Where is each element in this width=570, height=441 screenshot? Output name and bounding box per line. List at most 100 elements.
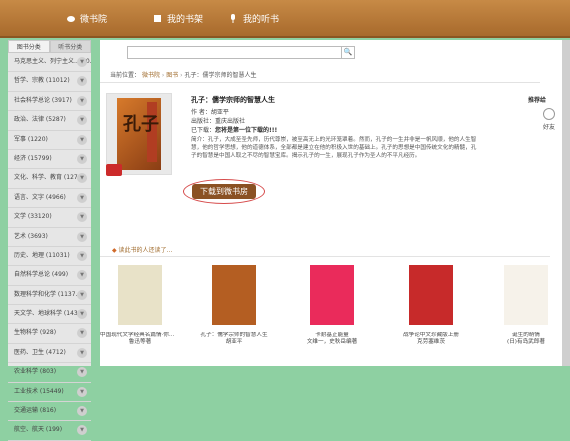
sidebar-item-label: 经济 (15799) <box>14 154 52 162</box>
intro-label: 简介： <box>191 137 208 143</box>
chevron-down-icon[interactable]: ▼ <box>77 406 87 417</box>
sidebar-item-label: 社会科学总论 (3917) <box>14 96 72 104</box>
sidebar-item-label: 哲学、宗教 (11012) <box>14 77 70 85</box>
divider <box>100 256 550 257</box>
nav-label: 我的听书 <box>243 14 280 25</box>
also-read-book-title[interactable]: 卡耐基正能量 <box>292 332 372 339</box>
chevron-down-icon[interactable]: ▼ <box>77 57 87 67</box>
divider <box>100 82 540 83</box>
sidebar-category-item[interactable]: 航空、航天 (199) ▼ <box>8 421 91 441</box>
chevron-down-icon[interactable]: ▼ <box>77 367 87 378</box>
tab-audiobook-categories[interactable]: 听书分类 <box>49 40 91 53</box>
sidebar-item-label: 航空、航天 (199) <box>14 426 63 434</box>
publisher-badge-icon <box>106 164 122 176</box>
sidebar-category-item[interactable]: 语言、文字 (4966) ▼ <box>8 189 91 209</box>
sidebar-category-item[interactable]: 马克思主义、列宁主义...(30... ▼ <box>8 53 91 73</box>
also-read-book-title[interactable]: 战争论中文珍藏版上册 <box>391 332 471 339</box>
book-icon <box>153 14 162 23</box>
also-read-book-cover[interactable] <box>409 265 453 325</box>
chevron-down-icon[interactable]: ▼ <box>77 95 87 106</box>
search-input[interactable]: 🔍 <box>127 46 355 59</box>
sidebar-category-item[interactable]: 历史、地理 (11031) ▼ <box>8 247 91 267</box>
sidebar-category-item[interactable]: 艺术 (3693) ▼ <box>8 228 91 247</box>
nav-item-my-bookshelf[interactable]: 我的书架 <box>153 0 203 36</box>
sidebar-item-label: 交通运输 (816) <box>14 407 57 415</box>
chevron-down-icon[interactable]: ▼ <box>77 173 87 184</box>
tab-book-categories[interactable]: 图书分类 <box>8 40 50 53</box>
also-read-book-caption[interactable]: 卡耐基正能量 文维一，史秋岳编著 <box>292 332 372 346</box>
sidebar-category-item[interactable]: 经济 (15799) ▼ <box>8 150 91 170</box>
sidebar-category-item[interactable]: 工业技术 (15449) ▼ <box>8 383 91 403</box>
recommend-label: 推荐给 <box>528 97 547 104</box>
chevron-down-icon[interactable]: ▼ <box>77 231 87 242</box>
sidebar-category-item[interactable]: 交通运输 (816) ▼ <box>8 402 91 422</box>
breadcrumb-book[interactable]: 图书 <box>166 72 178 79</box>
breadcrumb: 当前位置： 微书院 › 图书 › 孔子：儒学宗师的智慧人生 <box>110 70 256 79</box>
chevron-down-icon[interactable]: ▼ <box>77 212 87 223</box>
recommend-friend[interactable]: 好友 <box>543 122 555 131</box>
author-value: 胡亚平 <box>210 109 229 116</box>
chevron-down-icon[interactable]: ▼ <box>77 76 87 87</box>
sidebar-item-label: 生物科学 (928) <box>14 329 57 337</box>
chevron-down-icon[interactable]: ▼ <box>77 386 87 397</box>
also-read-book-cover[interactable] <box>310 265 354 325</box>
breadcrumb-separator: › <box>161 72 165 79</box>
scrollbar[interactable] <box>562 40 570 366</box>
nav-item-weishuyuan[interactable]: 微书院 <box>66 0 107 36</box>
also-read-book-title[interactable]: 孔子：儒学宗师的智慧人生 <box>194 332 274 339</box>
sidebar-category-item[interactable]: 农业科学 (803) ▼ <box>8 363 91 383</box>
nav-label: 微书院 <box>80 14 108 25</box>
sidebar-category-item[interactable]: 医药、卫生 (4712) ▼ <box>8 344 91 364</box>
sidebar-category-item[interactable]: 社会科学总论 (3917) ▼ <box>8 92 91 112</box>
chevron-down-icon[interactable]: ▼ <box>77 250 87 261</box>
breadcrumb-home[interactable]: 微书院 <box>142 72 160 79</box>
also-read-book-cover[interactable] <box>118 265 162 325</box>
download-button[interactable]: 下载到微书房 <box>192 184 256 199</box>
chevron-down-icon[interactable]: ▼ <box>77 425 87 436</box>
sidebar-category-item[interactable]: 自然科学总论 (499) ▼ <box>8 266 91 286</box>
sidebar-item-label: 自然科学总论 (499) <box>14 271 69 279</box>
also-read-book-author: 文维一，史秋岳编著 <box>306 339 358 345</box>
also-read-book-caption[interactable]: 战争论中文珍藏版上册 克劳塞维茨 <box>391 332 471 346</box>
sidebar-category-item[interactable]: 天文学、地球科学 (1435... ▼ <box>8 305 91 325</box>
also-read-book-title[interactable]: 诞生的萌情 <box>486 332 566 339</box>
friend-icon[interactable] <box>543 108 555 120</box>
also-read-book-cover[interactable] <box>504 265 548 325</box>
intro-text: 孔子，大成至圣先师，历代尊崇，被至高无上的光环笼罩着。然而，孔子的一生并非是一帆… <box>191 137 477 159</box>
chevron-down-icon[interactable]: ▼ <box>77 134 87 145</box>
sidebar-category-item[interactable]: 哲学、宗教 (11012) ▼ <box>8 72 91 92</box>
chevron-down-icon[interactable]: ▼ <box>77 270 87 281</box>
sidebar-category-item[interactable]: 文化、科学、教育 (1270... ▼ <box>8 169 91 189</box>
also-read-book-cover[interactable] <box>212 265 256 325</box>
also-read-book-author: 克劳塞维茨 <box>417 339 445 345</box>
also-read-book-caption[interactable]: 孔子：儒学宗师的智慧人生 胡亚平 <box>194 332 274 346</box>
cloud-icon <box>66 14 75 23</box>
chevron-down-icon[interactable]: ▼ <box>77 153 87 164</box>
search-button[interactable]: 🔍 <box>341 47 354 58</box>
top-navigation-bar: 微书院 我的书架 我的听书 <box>0 0 570 38</box>
main-panel: 🔍 当前位置： 微书院 › 图书 › 孔子：儒学宗师的智慧人生 孔子 孔子：儒学… <box>100 40 562 366</box>
sidebar-item-label: 工业技术 (15449) <box>14 387 64 395</box>
also-read-book-caption[interactable]: 诞生的萌情 (日)有岛武郎著 <box>486 332 566 346</box>
chevron-down-icon[interactable]: ▼ <box>77 309 87 320</box>
sidebar-category-item[interactable]: 政治、法律 (5287) ▼ <box>8 111 91 131</box>
author-label: 作 者： <box>191 109 211 116</box>
chevron-down-icon[interactable]: ▼ <box>77 328 87 339</box>
sidebar-category-item[interactable]: 数理科学和化学 (1137... ▼ <box>8 286 91 306</box>
sidebar-category-item[interactable]: 军事 (1220) ▼ <box>8 131 91 150</box>
chevron-down-icon[interactable]: ▼ <box>77 115 87 126</box>
also-read-book-title[interactable]: 中国现代文学经典名篇情·你是人间四月天 <box>100 332 180 339</box>
breadcrumb-separator: › <box>180 72 183 79</box>
chevron-down-icon[interactable]: ▼ <box>77 289 87 300</box>
also-read-book-caption[interactable]: 中国现代文学经典名篇情·你是人间四月天鲁迅等著 <box>100 332 180 346</box>
chevron-down-icon[interactable]: ▼ <box>77 347 87 358</box>
sidebar-item-label: 医药、卫生 (4712) <box>14 348 66 356</box>
nav-item-my-audiobooks[interactable]: 我的听书 <box>229 0 279 36</box>
sidebar-category-item[interactable]: 文学 (33120) ▼ <box>8 208 91 228</box>
sidebar-category-item[interactable]: 生物科学 (928) ▼ <box>8 324 91 344</box>
chevron-down-icon[interactable]: ▼ <box>77 192 87 203</box>
sidebar-item-label: 语言、文字 (4966) <box>14 193 66 201</box>
downloads-value: 您将是第一位下载的!!! <box>215 127 278 134</box>
book-cover: 孔子 <box>106 93 172 175</box>
nav-label: 我的书架 <box>167 14 204 25</box>
